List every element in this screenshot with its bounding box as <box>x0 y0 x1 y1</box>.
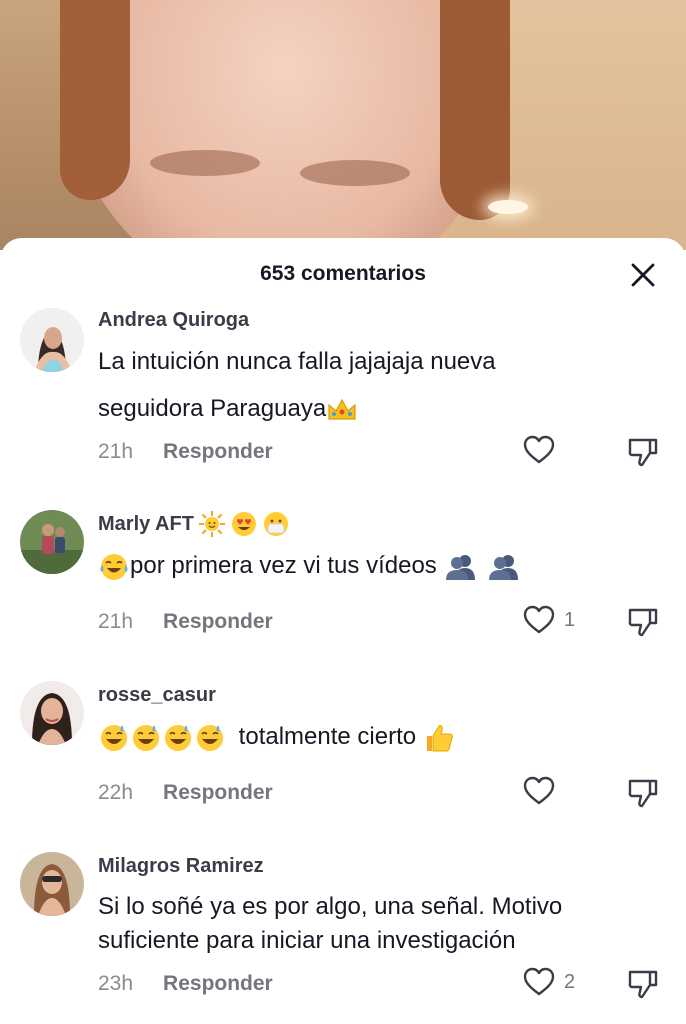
comment-text: La intuición nunca falla jajajaja nueva … <box>98 348 496 422</box>
comments-sheet: 653 comentarios Andrea Quiroga La intuic… <box>0 238 686 1024</box>
dislike-icon[interactable] <box>626 777 660 809</box>
grinning-sweat-emoji <box>101 724 127 751</box>
avatar[interactable] <box>20 308 84 372</box>
like-button[interactable] <box>522 434 564 466</box>
comment-text: Si lo soñé ya es por algo, una señal. Mo… <box>98 893 563 954</box>
comment-meta: 22h Responder <box>98 781 273 805</box>
heart-icon <box>523 967 555 996</box>
close-icon[interactable] <box>628 260 658 290</box>
like-button[interactable] <box>522 775 564 807</box>
heart-icon <box>523 605 555 634</box>
tears-of-joy-emoji <box>100 553 128 580</box>
comment-text: por primera vez vi tus vídeos <box>98 542 666 589</box>
busts-emoji <box>489 554 519 580</box>
like-button[interactable]: 2 <box>522 966 575 998</box>
avatar[interactable] <box>20 681 84 745</box>
sheet-header: 653 comentarios <box>0 238 686 310</box>
comment-username[interactable]: Andrea Quiroga <box>98 306 666 334</box>
like-button[interactable]: 1 <box>522 604 575 636</box>
busts-emoji <box>446 554 476 580</box>
grinning-sweat-emoji <box>197 724 223 751</box>
dislike-icon[interactable] <box>626 968 660 1000</box>
heart-icon <box>523 435 555 464</box>
grinning-sweat-emoji <box>165 724 191 751</box>
comment-time: 23h <box>98 972 134 995</box>
video-background <box>0 0 686 250</box>
comment-username[interactable]: Marly AFT <box>98 510 666 538</box>
comment-time: 21h <box>98 610 134 633</box>
face-with-mask-emoji <box>263 512 288 536</box>
comment-username[interactable]: Milagros Ramirez <box>98 852 666 880</box>
comment-username[interactable]: rosse_casur <box>98 681 666 709</box>
comment-meta: 23h Responder <box>98 972 273 996</box>
comment-time: 22h <box>98 781 134 804</box>
sun-emoji <box>198 511 225 537</box>
dislike-icon[interactable] <box>626 606 660 638</box>
like-count: 1 <box>564 608 576 631</box>
like-count: 2 <box>564 970 576 993</box>
reply-button[interactable]: Responder <box>163 610 273 634</box>
reply-button[interactable]: Responder <box>163 440 273 464</box>
reply-button[interactable]: Responder <box>163 972 273 996</box>
comment-meta: 21h Responder <box>98 440 273 464</box>
comment-text: totalmente cierto <box>98 713 666 760</box>
heart-icon <box>523 776 555 805</box>
avatar[interactable] <box>20 852 84 916</box>
grinning-sweat-emoji <box>133 724 159 751</box>
avatar[interactable] <box>20 510 84 574</box>
comment-meta: 21h Responder <box>98 610 273 634</box>
reply-button[interactable]: Responder <box>163 781 273 805</box>
comments-count-title: 653 comentarios <box>260 262 426 285</box>
thumbs-up-emoji <box>426 724 453 752</box>
dislike-icon[interactable] <box>626 436 660 468</box>
heart-eyes-emoji <box>231 512 256 536</box>
comment-time: 21h <box>98 440 134 463</box>
crown-emoji <box>328 398 356 420</box>
